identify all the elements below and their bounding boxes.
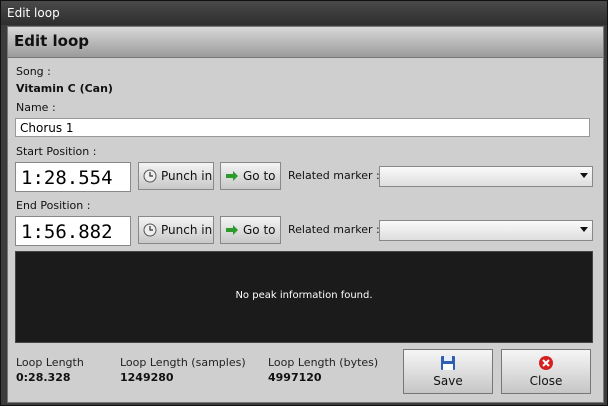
chevron-down-icon [580,227,588,232]
panel-heading: Edit loop [14,32,90,50]
loop-length-samples-label: Loop Length (samples) [120,356,246,369]
close-circle-icon [539,356,553,370]
arrow-right-icon [226,225,238,235]
title-bar[interactable]: Edit loop [1,1,607,25]
start-related-marker-select[interactable] [379,166,593,187]
start-goto-label: Go to [243,169,276,183]
chevron-down-icon [580,173,588,178]
floppy-disk-icon [441,356,455,370]
window-title: Edit loop [7,6,60,20]
song-value: Vitamin C (Can) [16,82,113,95]
start-goto-button[interactable]: Go to [220,162,281,190]
end-position-field[interactable]: 1:56.882 [15,216,131,246]
loop-length-bytes-value: 4997120 [268,371,322,384]
song-label: Song : [16,65,51,78]
waveform-display[interactable]: No peak information found. [15,251,593,343]
start-punch-in-label: Punch in [161,169,213,183]
edit-loop-window: Edit loop Edit loop Song : Vitamin C (Ca… [0,0,608,406]
end-related-marker-select[interactable] [379,220,593,241]
waveform-message: No peak information found. [235,290,373,301]
edit-loop-panel: Edit loop Song : Vitamin C (Can) Name : … [7,26,604,403]
end-punch-in-button[interactable]: Punch in [138,216,214,244]
end-goto-label: Go to [243,223,276,237]
end-position-label: End Position : [16,199,91,212]
start-position-field[interactable]: 1:28.554 [15,162,131,192]
start-related-marker-label: Related marker : [288,169,380,182]
save-label: Save [433,374,463,388]
loop-length-value: 0:28.328 [16,371,71,384]
close-button[interactable]: Close [501,349,591,394]
name-label: Name : [16,101,56,114]
end-goto-button[interactable]: Go to [220,216,281,244]
loop-length-samples-value: 1249280 [120,371,174,384]
arrow-right-icon [226,171,238,181]
panel-header: Edit loop [8,27,603,58]
clock-icon [143,169,157,183]
clock-icon [143,223,157,237]
start-position-label: Start Position : [16,145,97,158]
name-field[interactable]: Chorus 1 [15,118,590,137]
loop-length-bytes-label: Loop Length (bytes) [268,356,379,369]
close-label: Close [529,374,563,388]
loop-length-label: Loop Length [16,356,84,369]
end-punch-in-label: Punch in [161,223,213,237]
start-punch-in-button[interactable]: Punch in [138,162,214,190]
end-related-marker-label: Related marker : [288,223,380,236]
save-button[interactable]: Save [403,349,493,394]
